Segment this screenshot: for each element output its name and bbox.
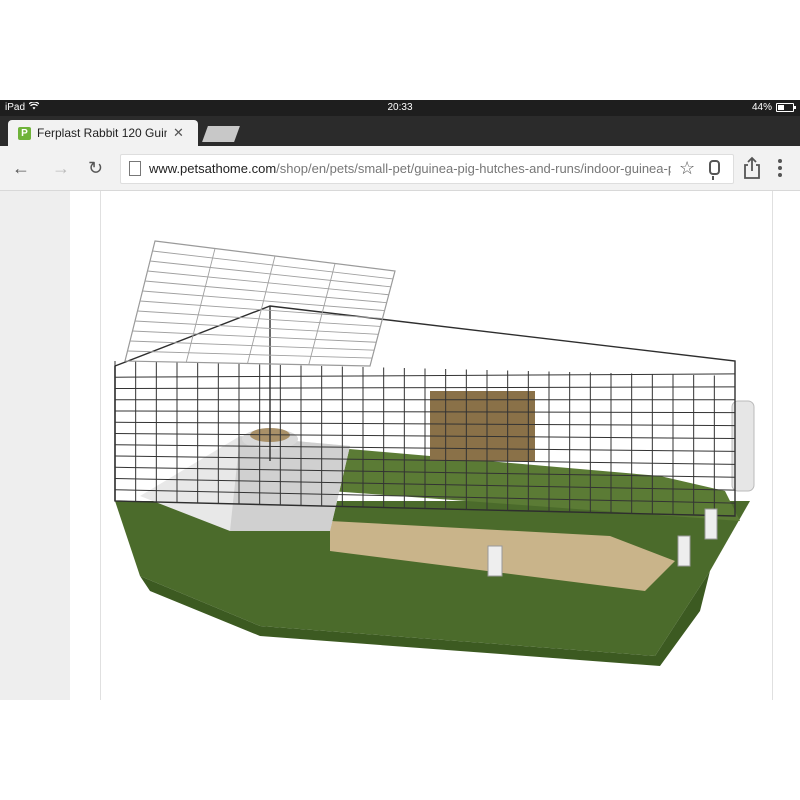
status-bar: iPad 20:33 44% (0, 100, 800, 116)
tab-title: Ferplast Rabbit 120 Guinea (37, 126, 167, 140)
menu-icon[interactable] (778, 159, 782, 180)
tab-active[interactable]: P Ferplast Rabbit 120 Guinea ✕ (8, 120, 198, 146)
status-time: 20:33 (387, 102, 413, 113)
top-margin (0, 0, 800, 100)
forward-icon[interactable]: → (52, 158, 70, 178)
battery-icon (776, 103, 796, 112)
url-path: /shop/en/pets/small-pet/guinea-pig-hutch… (276, 161, 671, 176)
page-content (0, 191, 800, 700)
status-right: 44% (751, 102, 796, 113)
address-bar[interactable]: www.petsathome.com/shop/en/pets/small-pe… (120, 154, 734, 184)
battery-percent: 44% (751, 102, 772, 113)
browser-toolbar: ← → ↻ www.petsathome.com/shop/en/pets/sm… (0, 146, 800, 191)
back-icon[interactable]: ← (12, 158, 30, 178)
left-sidebar (0, 191, 70, 700)
reload-icon[interactable]: ↻ (88, 158, 103, 178)
url-host: www.petsathome.com (149, 161, 277, 176)
url-text[interactable]: www.petsathome.com/shop/en/pets/small-pe… (149, 161, 671, 176)
tab-close-icon[interactable]: ✕ (173, 125, 184, 141)
tab-bar: P Ferplast Rabbit 120 Guinea ✕ (0, 116, 800, 146)
microphone-icon[interactable] (709, 160, 720, 180)
bottom-margin (0, 700, 800, 800)
favicon-icon: P (18, 126, 31, 140)
bookmark-star-icon[interactable]: ☆ (679, 158, 695, 179)
page-icon (129, 161, 141, 176)
product-image[interactable] (100, 191, 770, 700)
new-tab-button[interactable] (202, 126, 240, 142)
share-icon[interactable] (742, 156, 762, 180)
content-border-right (772, 191, 773, 700)
